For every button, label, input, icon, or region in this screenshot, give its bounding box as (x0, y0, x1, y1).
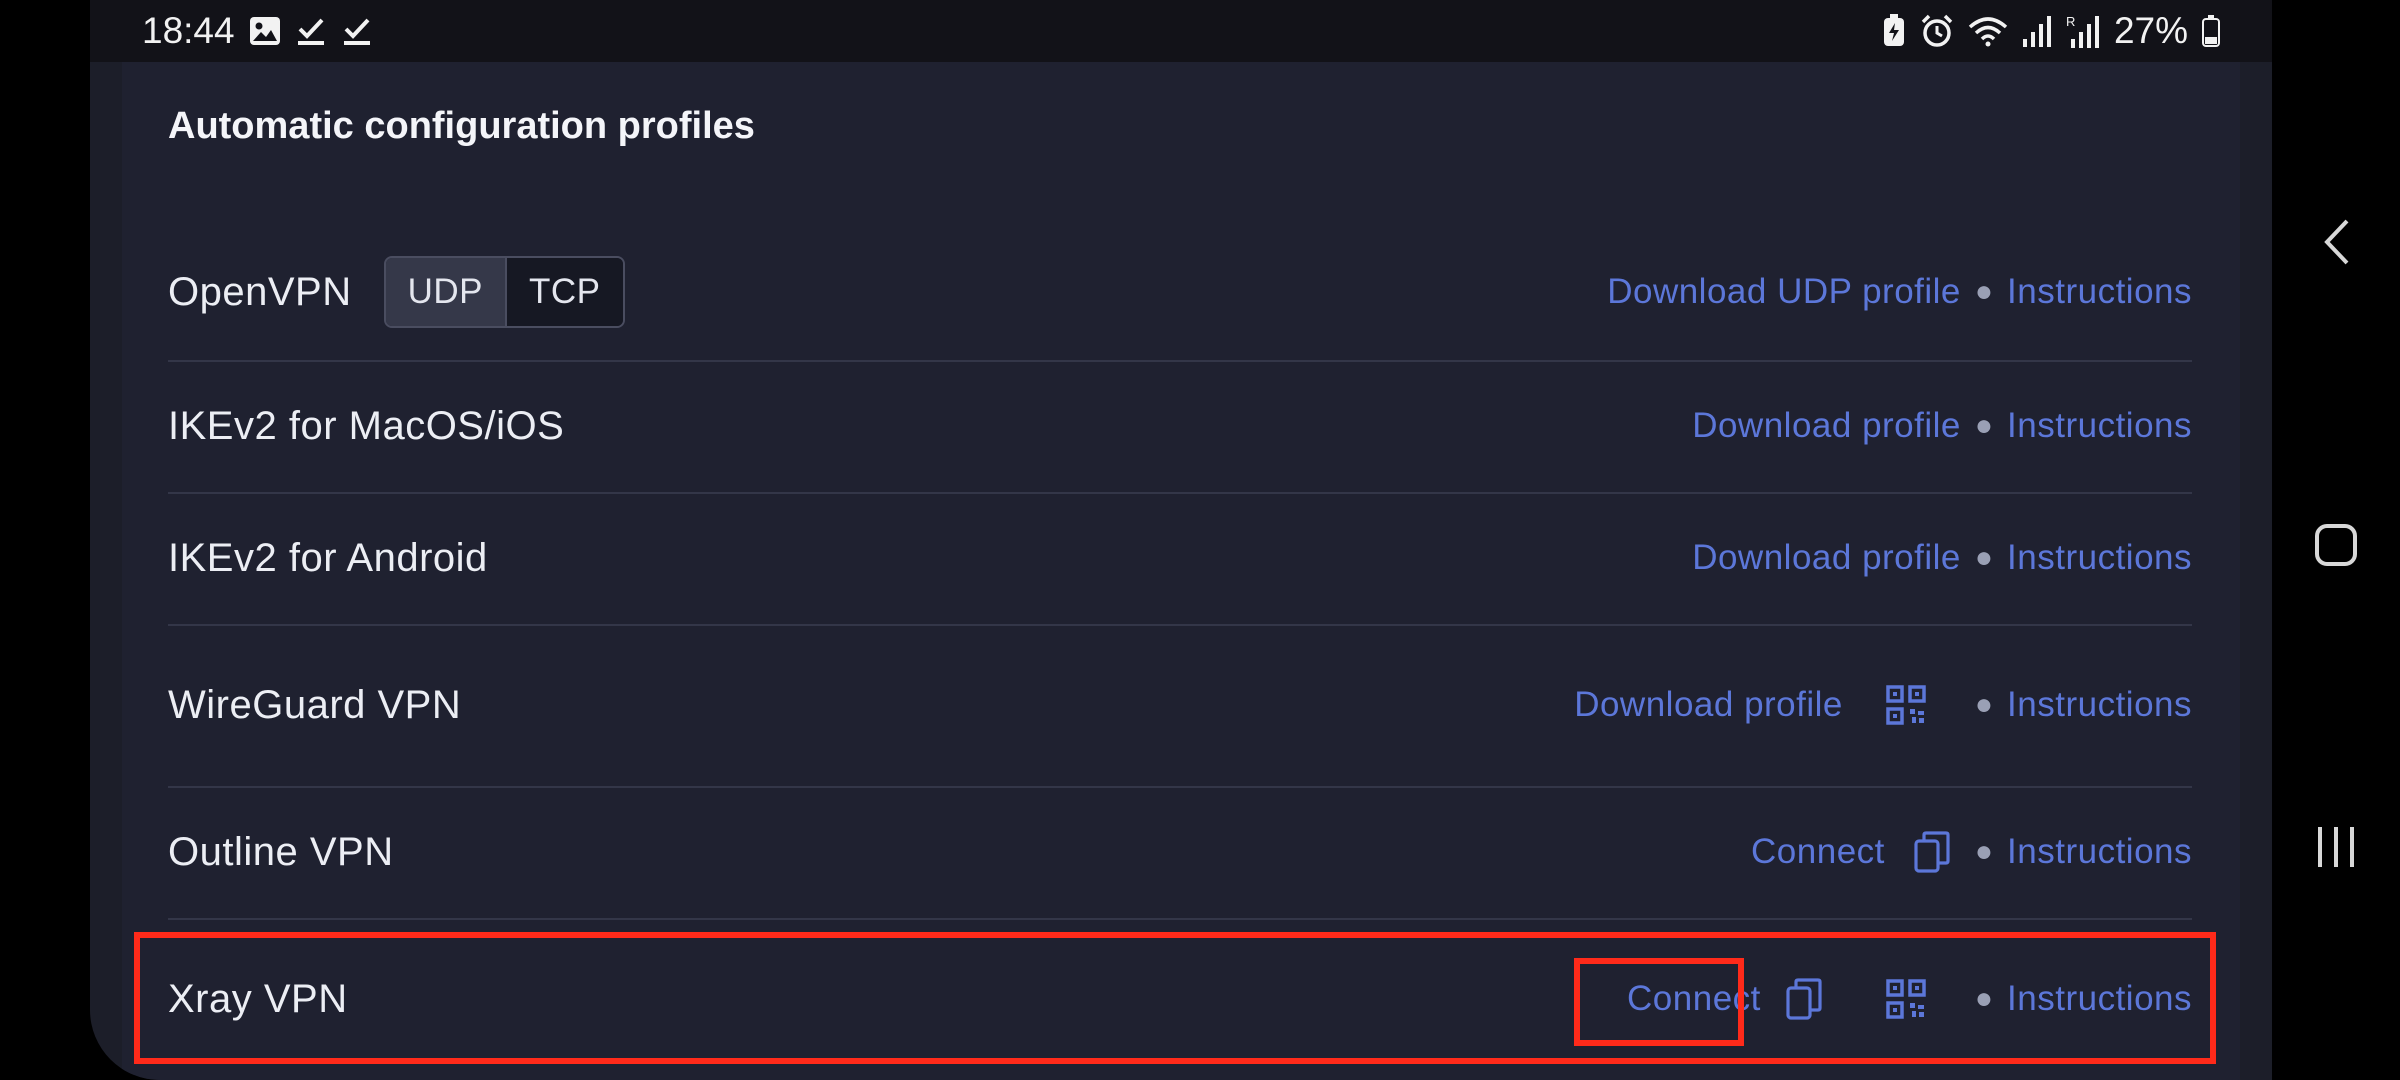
signal-icon (2022, 15, 2052, 47)
section-title: Automatic configuration profiles (168, 105, 755, 147)
profile-row-openvpn: OpenVPN UDP TCP Download UDP profile ● I… (168, 224, 2192, 362)
profile-row-wireguard: WireGuard VPN Download profile ● Instruc… (168, 624, 2192, 788)
protocol-toggle: UDP TCP (383, 256, 625, 328)
check-icon (341, 15, 373, 47)
separator-dot: ● (1974, 409, 1994, 442)
battery-saver-icon (1882, 14, 1906, 48)
instructions-link[interactable]: Instructions (2007, 406, 2192, 446)
profile-name: IKEv2 for MacOS/iOS (168, 403, 565, 448)
separator-dot: ● (1974, 982, 1994, 1015)
status-bar-right: R 27% (1882, 10, 2220, 52)
protocol-option-tcp[interactable]: TCP (505, 258, 623, 326)
recent-apps-icon[interactable] (2272, 787, 2400, 907)
download-profile-link[interactable]: Download profile (1574, 685, 1843, 725)
protocol-option-udp[interactable]: UDP (385, 258, 506, 326)
instructions-link[interactable]: Instructions (2007, 272, 2192, 312)
connect-link[interactable]: Connect (1627, 979, 1761, 1019)
profile-row-ikev2-macos: IKEv2 for MacOS/iOS Download profile ● I… (168, 360, 2192, 494)
profile-name: Xray VPN (168, 976, 348, 1021)
svg-text:R: R (2066, 14, 2075, 29)
navigation-bar (2272, 0, 2400, 1080)
profile-actions: Connect ● Instructions (1627, 976, 2192, 1022)
instructions-link[interactable]: Instructions (2007, 685, 2192, 725)
profile-name: IKEv2 for Android (168, 535, 488, 580)
profile-actions: Download profile ● Instructions (1574, 682, 2192, 728)
separator-dot: ● (1974, 688, 1994, 721)
download-profile-link[interactable]: Download profile (1692, 406, 1961, 446)
profile-name: WireGuard VPN (168, 682, 462, 727)
roaming-signal-icon: R (2066, 14, 2100, 48)
download-profile-link[interactable]: Download profile (1692, 538, 1961, 578)
profile-row-outline: Outline VPN Connect ● Instructions (168, 786, 2192, 920)
instructions-link[interactable]: Instructions (2007, 979, 2192, 1019)
separator-dot: ● (1974, 541, 1994, 574)
profile-actions: Download profile ● Instructions (1692, 406, 2192, 446)
profile-actions: Connect ● Instructions (1751, 829, 2192, 875)
connect-link[interactable]: Connect (1751, 832, 1885, 872)
profile-row-ikev2-android: IKEv2 for Android Download profile ● Ins… (168, 492, 2192, 626)
status-time: 18:44 (142, 10, 235, 51)
download-udp-profile-link[interactable]: Download UDP profile (1607, 272, 1961, 312)
qr-code-icon[interactable] (1883, 682, 1929, 728)
profile-name: OpenVPN (168, 269, 352, 314)
check-icon (295, 15, 327, 47)
profile-actions: Download UDP profile ● Instructions (1607, 272, 2192, 312)
copy-icon[interactable] (1781, 976, 1827, 1022)
separator-dot: ● (1974, 275, 1994, 308)
profile-row-name-container: OpenVPN UDP TCP (168, 256, 625, 328)
wifi-icon (1968, 15, 2008, 47)
image-icon (249, 16, 281, 46)
separator-dot: ● (1974, 835, 1994, 868)
battery-icon (2202, 15, 2220, 47)
status-bar-left: 18:44 (142, 10, 373, 52)
qr-code-icon[interactable] (1883, 976, 1929, 1022)
copy-icon[interactable] (1909, 829, 1955, 875)
home-icon[interactable] (2272, 485, 2400, 605)
profile-actions: Download profile ● Instructions (1692, 538, 2192, 578)
status-bar: 18:44 R 27% (90, 0, 2272, 62)
back-icon[interactable] (2272, 182, 2400, 302)
instructions-link[interactable]: Instructions (2007, 832, 2192, 872)
app-window: 18:44 R 27% Automatic configuration prof… (90, 0, 2272, 1080)
alarm-icon (1920, 14, 1954, 48)
profile-row-xray: Xray VPN Connect ● Instructions (168, 918, 2192, 1080)
battery-percent: 27% (2113, 10, 2188, 51)
instructions-link[interactable]: Instructions (2007, 538, 2192, 578)
profile-name: Outline VPN (168, 829, 394, 874)
